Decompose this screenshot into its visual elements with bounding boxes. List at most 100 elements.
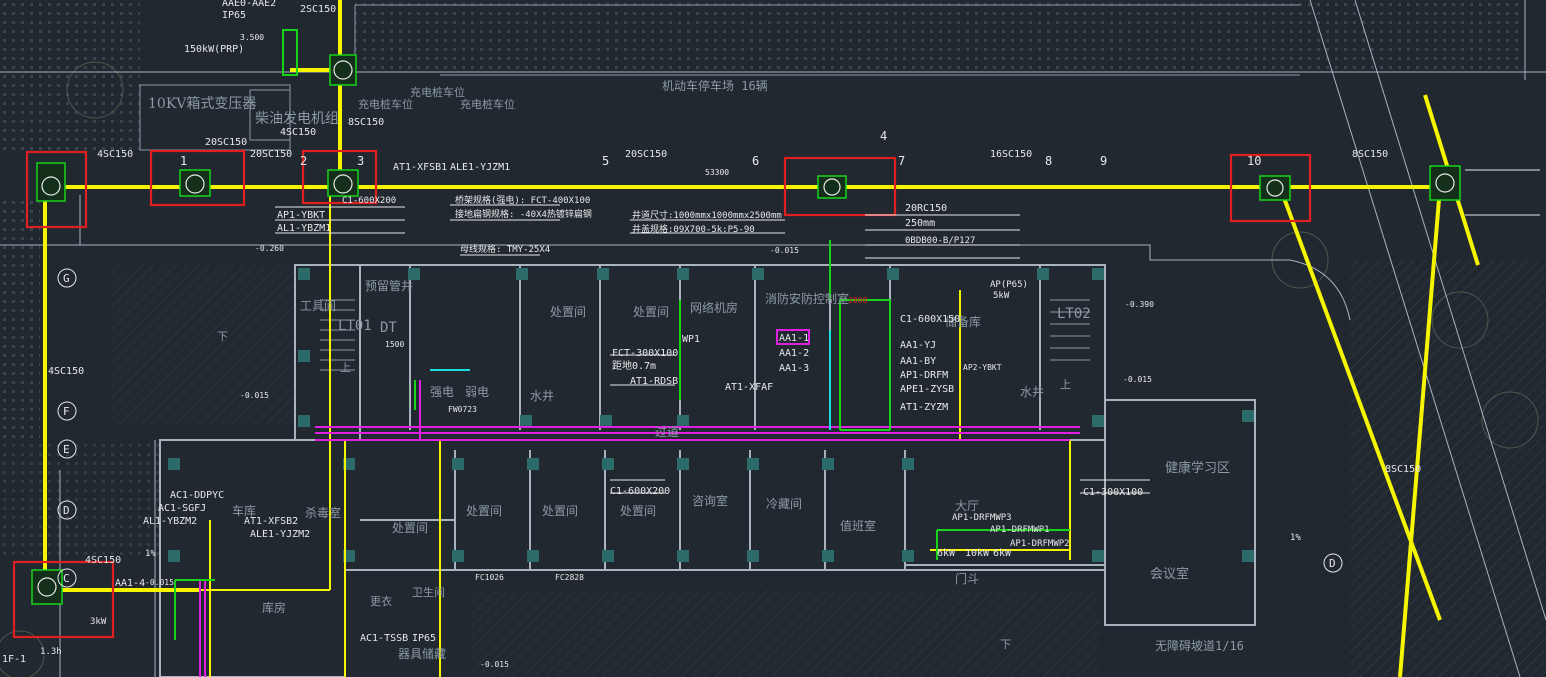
label-kw5: 5kW xyxy=(993,291,1010,301)
label-ac1-sgfj: AC1-SGFJ xyxy=(158,503,206,514)
label-door: 门斗 xyxy=(955,571,979,586)
grid-col-label: 9 xyxy=(1100,154,1107,168)
label-charging2: 充电桩车位 xyxy=(410,85,465,99)
label-network: 网络机房 xyxy=(690,300,738,315)
rmu-2 xyxy=(179,169,211,197)
grid-axis-col-2: 2 xyxy=(300,154,307,168)
label-aa1-1: AA1-1 xyxy=(779,333,809,344)
label-meeting: 会议室 xyxy=(1150,566,1189,582)
label-ap-p65: AP(P65) xyxy=(990,280,1028,290)
label-kw6b: 6kW xyxy=(993,548,1012,559)
label-aa1-yj: AA1-YJ xyxy=(900,340,936,351)
grid-row-label: F xyxy=(63,405,70,418)
label-duty: 值班室 xyxy=(840,518,876,533)
label-elev260: -0.260 xyxy=(255,244,284,253)
rmu-6 xyxy=(1259,175,1291,201)
label-dim3500: 3.500 xyxy=(240,33,264,42)
label-consult: 咨询室 xyxy=(692,493,728,508)
grid-col-label: 8 xyxy=(1045,154,1052,168)
label-up2: 上 xyxy=(1060,378,1071,391)
label-dim2800: 2800 xyxy=(848,296,867,305)
cad-canvas[interactable]: 1 2 345 6 7 8 9 10GFEDCD AAE0-AAE2IP652SC1503.5… xyxy=(0,0,1546,677)
label-at1: AT1-XFSB1 xyxy=(393,162,447,173)
grid-axis-col-7: 7 xyxy=(898,154,905,168)
label-ap2: AP2-YBKT xyxy=(963,363,1002,372)
label-fire-control: 消防安防控制室 xyxy=(765,291,849,306)
label-disposal4: 处置间 xyxy=(542,504,578,518)
label-disposal5: 处置间 xyxy=(392,521,428,535)
label-warehouse: 库房 xyxy=(262,600,286,615)
label-well-size: 井道尺寸:1000mmx1000mmx2500mm xyxy=(632,209,782,221)
label-elev-neg4: -0.015 xyxy=(480,660,509,669)
label-pct1: 1% xyxy=(145,549,156,559)
label-dt: DT xyxy=(380,320,397,336)
label-equipment: 器具储藏 xyxy=(398,646,446,661)
grid-col-label: 10 xyxy=(1247,154,1261,168)
label-ramp: 无障碍坡道1/16 xyxy=(1155,638,1244,653)
label-kw3: 3kW xyxy=(90,617,107,627)
grid-axis-row-d-right: D xyxy=(1323,553,1343,573)
label-elev-neg5: -0.015 xyxy=(770,246,799,255)
label-ip65: IP65 xyxy=(222,10,246,21)
label-lt02: LT02 xyxy=(1057,306,1091,322)
label-sc20b: 20SC150 xyxy=(250,149,292,160)
label-sc4b: 4SC150 xyxy=(97,149,133,160)
label-water-well: 水井 xyxy=(530,389,554,403)
cad-drawing[interactable]: 1 2 3 4 5 6 7 8 9 10 G F E D C D AAE0-AAE2 IP65 2SC150 3.5… xyxy=(0,0,1546,677)
label-h13: 1.3h xyxy=(40,647,62,657)
label-transformer: 10KV箱式变压器 xyxy=(148,96,256,112)
label-charging1: 充电桩车位 xyxy=(358,97,413,111)
label-weak: 弱电 xyxy=(465,385,489,399)
label-sc2: 2SC150 xyxy=(300,4,336,15)
label-fc1: FC1026 xyxy=(475,573,504,582)
label-health: 健康学习区 xyxy=(1165,460,1230,476)
label-fct300: FCT-300X100 xyxy=(612,348,678,359)
label-sc8b: 8SC150 xyxy=(1352,149,1388,160)
label-tools: 工具间 xyxy=(300,299,336,313)
label-gen-power: 150kW(PRP) xyxy=(184,44,244,55)
grid-axis-col-8: 8 xyxy=(1045,154,1052,168)
label-fw0723: FW0723 xyxy=(448,405,477,414)
rmu-4 xyxy=(329,54,357,86)
grid-col-label: 2 xyxy=(300,154,307,168)
label-sc4c: 4SC150 xyxy=(48,366,84,377)
rmu-1 xyxy=(36,162,66,202)
label-fct: 桥架规格(强电): FCT-400X100 xyxy=(455,194,590,206)
label-ap1-drfmwp1: AP1-DRFMWP1 xyxy=(990,525,1050,535)
grid-row-label: C xyxy=(63,572,70,585)
label-reserve-pipe: 预留管井 xyxy=(365,278,413,293)
label-ht250: 250mm xyxy=(905,218,935,229)
label-al1: AL1-YBZM1 xyxy=(277,223,331,234)
label-at1-xfsb2: AT1-XFSB2 xyxy=(244,516,298,527)
grid-col-label: 7 xyxy=(898,154,905,168)
label-pct2: 1% xyxy=(1290,533,1301,543)
label-generator: 柴油发电机组 xyxy=(255,111,339,127)
label-aa1-4: AA1-4 xyxy=(115,578,145,589)
label-wp1: WP1 xyxy=(682,334,700,345)
label-ac1-ddpyc: AC1-DDPYC xyxy=(170,490,224,501)
label-ap1-drfmwp3: AP1-DRFMWP3 xyxy=(952,513,1012,523)
label-corridor: 过道 xyxy=(655,425,679,439)
rmu-5 xyxy=(817,175,847,199)
label-disposal2: 处置间 xyxy=(633,305,669,319)
label-charging3: 充电桩车位 xyxy=(460,97,515,111)
label-kw10: 10kW xyxy=(965,548,990,559)
label-ap1-drfmwp2: AP1-DRFMWP2 xyxy=(1010,539,1070,549)
grid-col-label: 3 xyxy=(357,154,364,168)
grid-axis-col-9: 9 xyxy=(1100,154,1107,168)
label-c1-300: C1-300X100 xyxy=(1083,487,1143,498)
label-c1-600-200: C1-600X200 xyxy=(610,486,670,497)
label-c1: C1-600X200 xyxy=(342,196,396,206)
grid-col-label: 6 xyxy=(752,154,759,168)
label-ale1-yjzm2: ALE1-YJZM2 xyxy=(250,529,310,540)
grid-axis-col-4: 4 xyxy=(880,129,887,143)
label-aa1-by: AA1-BY xyxy=(900,356,936,367)
label-f1: 1F-1 xyxy=(2,654,26,665)
label-lt01: LT01 xyxy=(338,318,372,334)
grid-col-label: 4 xyxy=(880,129,887,143)
grid-axis-col-5: 5 xyxy=(602,154,609,168)
label-at1-zyzm: AT1-ZYZM xyxy=(900,402,948,413)
label-cold: 冷藏间 xyxy=(766,497,802,511)
label-elev-neg: -0.015 xyxy=(145,578,174,587)
label-elev-neg3: -0.015 xyxy=(1123,375,1152,384)
